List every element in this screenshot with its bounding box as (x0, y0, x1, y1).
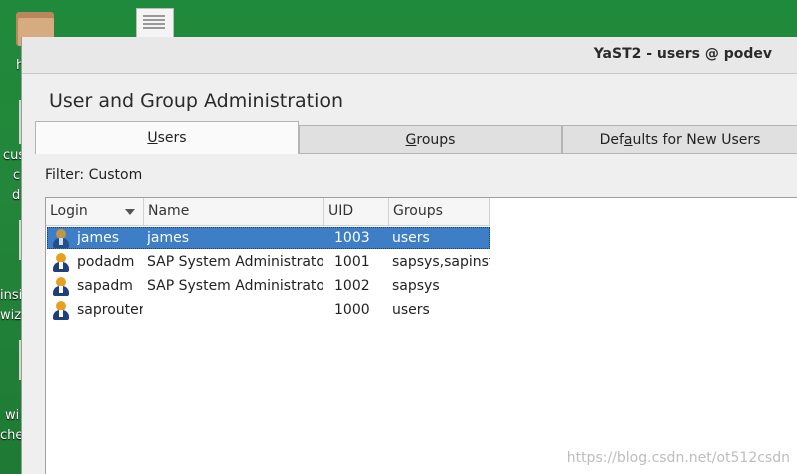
desktop-label-fragment: insi (0, 288, 23, 303)
tab-label: sers (157, 130, 187, 146)
user-icon (53, 277, 69, 296)
table-header: Login Name UID Groups (46, 198, 490, 226)
table-row[interactable]: sapadm SAP System Administrator 1002 sap… (47, 275, 490, 297)
cell-login: sapadm (77, 278, 133, 294)
sort-descending-icon (125, 209, 135, 215)
tab-users[interactable]: Users (35, 121, 299, 154)
window-title: YaST2 - users @ podev (593, 46, 772, 62)
tab-groups[interactable]: Groups (299, 125, 562, 153)
users-table[interactable]: Login Name UID Groups james james 1003 u… (45, 197, 797, 474)
user-icon (53, 253, 69, 272)
column-header-login[interactable]: Login (46, 198, 144, 225)
cell-login: saprouter (77, 302, 143, 318)
user-icon (53, 229, 69, 248)
column-header-label: Groups (393, 203, 443, 219)
window-titlebar[interactable]: YaST2 - users @ podev (22, 37, 797, 74)
desktop-label-fragment: che (0, 428, 24, 443)
tab-bar: Users Groups Defaults for New Users (35, 121, 797, 154)
cell-groups: users (392, 302, 430, 318)
yast-window: YaST2 - users @ podev User and Group Adm… (21, 37, 797, 474)
desktop-label-fragment: c (13, 168, 21, 183)
cell-name: SAP System Administrator (147, 254, 323, 270)
column-header-uid[interactable]: UID (324, 198, 389, 225)
cell-uid: 1001 (334, 254, 370, 270)
tab-mnemonic: a (623, 132, 633, 148)
document-icon[interactable] (136, 8, 174, 40)
cell-name: SAP System Administrator (147, 278, 323, 294)
column-header-label: Name (148, 203, 190, 219)
table-row[interactable]: podadm SAP System Administrator 1001 sap… (47, 251, 490, 273)
desktop-label-fragment: wi (5, 408, 20, 423)
cell-groups: sapsys,sapinst (392, 254, 490, 270)
cell-uid: 1002 (334, 278, 370, 294)
filter-label: Filter: Custom (45, 167, 143, 183)
cell-groups: sapsys (392, 278, 440, 294)
cell-name: james (147, 230, 190, 246)
table-row[interactable]: saprouter 1000 users (47, 299, 490, 321)
cell-name (147, 299, 323, 321)
column-header-label: Login (50, 203, 88, 219)
cell-login: podadm (77, 254, 135, 270)
tab-defaults-for-new-users[interactable]: Defaults for New Users (562, 125, 797, 153)
cell-groups: users (392, 230, 430, 246)
column-header-groups[interactable]: Groups (389, 198, 490, 225)
tab-label: ults for New Users (632, 132, 761, 148)
watermark: https://blog.csdn.net/ot512csdn (566, 450, 790, 466)
column-header-label: UID (328, 203, 354, 219)
desktop-label-fragment: d (12, 188, 21, 203)
page-title: User and Group Administration (49, 90, 344, 112)
cell-login: james (77, 230, 120, 246)
user-icon (53, 301, 69, 320)
tab-label: Def (599, 132, 624, 148)
cell-uid: 1003 (334, 230, 370, 246)
tab-mnemonic: U (147, 130, 158, 146)
tab-mnemonic: G (405, 132, 417, 148)
cell-uid: 1000 (334, 302, 370, 318)
tab-label: roups (416, 132, 456, 148)
table-row[interactable]: james james 1003 users (47, 227, 490, 249)
desktop-label-fragment: wiz (0, 308, 22, 323)
column-header-name[interactable]: Name (144, 198, 324, 225)
